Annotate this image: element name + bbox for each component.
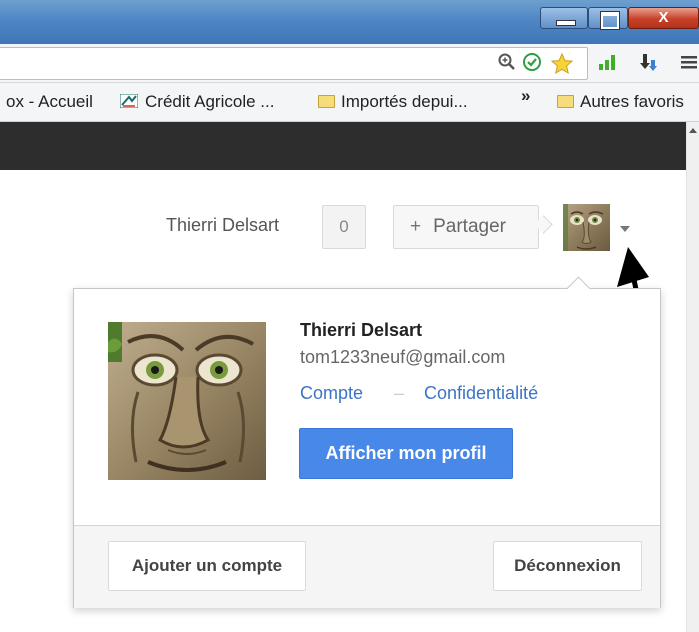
bookmark-item[interactable]: ox - Accueil: [6, 83, 93, 121]
signal-icon[interactable]: [596, 52, 618, 74]
minimize-icon: [556, 20, 576, 26]
omnibox-row: [0, 44, 699, 83]
logout-button[interactable]: Déconnexion: [493, 541, 642, 591]
close-button[interactable]: X: [628, 7, 699, 29]
bookmarks-overflow-button[interactable]: »: [521, 77, 530, 115]
tree-face-avatar-icon: [563, 204, 610, 251]
folder-icon: [557, 95, 574, 108]
zoom-icon[interactable]: [496, 52, 518, 74]
close-icon: X: [658, 9, 669, 26]
account-link[interactable]: Compte: [300, 383, 363, 404]
tree-face-photo-icon: [108, 322, 266, 480]
bookmark-item[interactable]: Crédit Agricole ...: [120, 83, 274, 121]
scrollbar[interactable]: [686, 122, 699, 632]
link-separator: –: [394, 383, 405, 403]
chevron-down-icon[interactable]: [620, 226, 630, 232]
star-icon[interactable]: [549, 52, 575, 75]
popup-user-name: Thierri Delsart: [300, 320, 423, 340]
folder-icon: [318, 95, 335, 108]
view-profile-button[interactable]: Afficher mon profil: [299, 428, 513, 479]
maximize-button[interactable]: [588, 7, 628, 30]
download-icon[interactable]: [637, 52, 661, 74]
scroll-up-icon[interactable]: [689, 128, 697, 133]
bookmark-item[interactable]: Importés depui...: [318, 83, 468, 121]
privacy-link[interactable]: Confidentialité: [424, 383, 538, 404]
share-button[interactable]: + Partager: [393, 205, 539, 249]
minimize-button[interactable]: [540, 7, 588, 29]
header-username[interactable]: Thierri Delsart: [166, 215, 279, 236]
maximize-icon: [600, 11, 620, 30]
bookmark-folder-other[interactable]: Autres favoris: [557, 83, 684, 121]
bookmarks-bar: ox - Accueil Crédit Agricole ... Importé…: [0, 83, 699, 122]
window-titlebar: X: [0, 0, 699, 44]
popup-user-email: tom1233neuf@gmail.com: [300, 347, 506, 367]
profile-photo[interactable]: [108, 322, 266, 480]
check-icon[interactable]: [521, 52, 543, 74]
avatar[interactable]: [563, 204, 610, 251]
share-label: Partager: [433, 216, 506, 237]
credit-agricole-logo-icon: [120, 94, 138, 108]
menu-icon[interactable]: [677, 52, 699, 74]
notifications-button[interactable]: 0: [322, 205, 366, 249]
app-header-bar: [0, 122, 686, 170]
plus-icon: +: [410, 216, 422, 237]
add-account-button[interactable]: Ajouter un compte: [108, 541, 306, 591]
